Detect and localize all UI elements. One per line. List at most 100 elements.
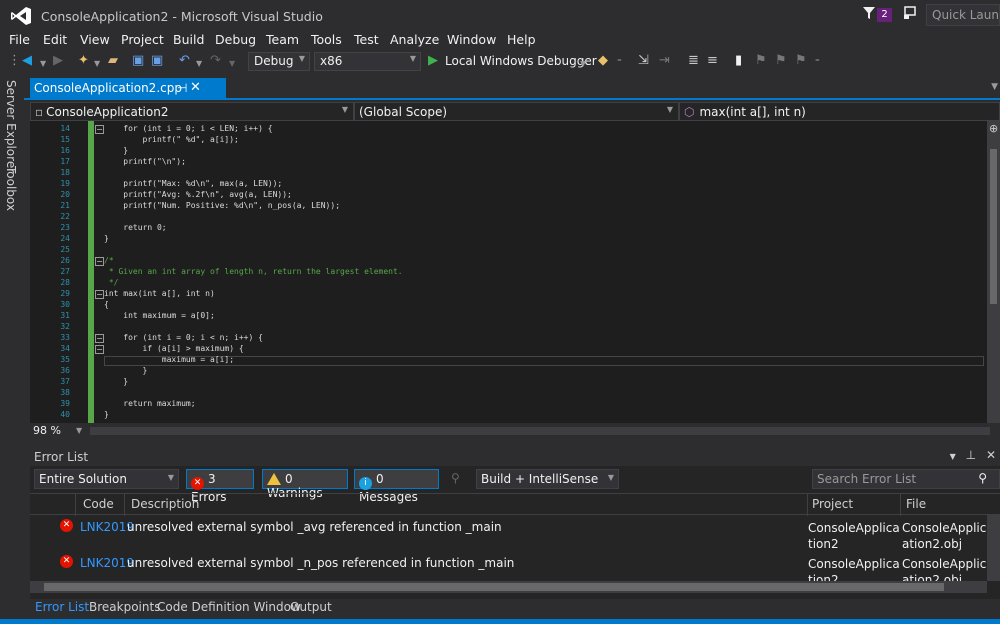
- menu-help[interactable]: Help: [507, 32, 536, 47]
- save-icon[interactable]: ▣: [132, 53, 144, 69]
- menu-file[interactable]: File: [9, 32, 30, 47]
- menu-test[interactable]: Test: [354, 32, 379, 47]
- uncomment-icon[interactable]: ≡: [707, 53, 718, 69]
- error-row[interactable]: ✕ LNK2019 unresolved external symbol _n_…: [30, 554, 1000, 581]
- zoom-level[interactable]: 98 %: [33, 424, 61, 437]
- line-number: 30: [60, 300, 70, 309]
- messages-filter-button[interactable]: i0 Messages: [354, 469, 439, 504]
- search-error-list-input[interactable]: Search Error List ⚲: [812, 469, 1000, 489]
- scrollbar-thumb[interactable]: [44, 583, 944, 591]
- collapse-icon[interactable]: −: [95, 345, 104, 354]
- forward-icon[interactable]: ▶: [53, 53, 63, 69]
- line-number: 26: [60, 256, 70, 265]
- save-all-icon[interactable]: ▣: [151, 53, 163, 69]
- undo-dropdown-icon[interactable]: ▼: [196, 56, 202, 72]
- line-number: 23: [60, 223, 70, 232]
- collapse-icon[interactable]: −: [95, 257, 104, 266]
- error-code-link[interactable]: LNK2019: [80, 556, 134, 570]
- notification-badge[interactable]: 2: [877, 8, 892, 22]
- editor-horizontal-scrollbar[interactable]: [90, 427, 990, 435]
- build-filter-select[interactable]: Build + IntelliSense ▼: [476, 469, 619, 489]
- menu-window[interactable]: Window: [447, 32, 496, 47]
- scrollbar-thumb[interactable]: [990, 149, 997, 304]
- column-code[interactable]: Code: [83, 497, 114, 511]
- column-file[interactable]: File: [906, 497, 926, 511]
- chevron-down-icon[interactable]: ▼: [76, 426, 82, 435]
- menu-build[interactable]: Build: [173, 32, 204, 47]
- open-file-icon[interactable]: ▰: [108, 53, 118, 69]
- start-debugging-icon[interactable]: ▶: [428, 53, 438, 69]
- undo-icon[interactable]: ↶: [179, 53, 190, 69]
- document-tab[interactable]: ConsoleApplication2.cpp ⊣ ✕: [30, 78, 226, 100]
- step-into-icon[interactable]: ⇲: [638, 53, 649, 69]
- code-editor[interactable]: 14 15 16 17 18 19 20 21 22 23 24 25 26 2…: [30, 121, 987, 423]
- split-icon[interactable]: ⊕: [989, 122, 998, 135]
- column-project[interactable]: Project: [812, 497, 853, 511]
- panel-dropdown-icon[interactable]: ▼: [950, 452, 956, 461]
- redo-icon[interactable]: ↷: [210, 53, 221, 69]
- debugger-dropdown-icon[interactable]: ▼: [580, 56, 586, 72]
- scope-filter-select[interactable]: Entire Solution ▼: [34, 469, 179, 489]
- collapse-icon[interactable]: −: [95, 290, 104, 299]
- close-icon[interactable]: ✕: [190, 80, 201, 95]
- member-dropdown[interactable]: ⬡ max(int a[], int n): [679, 102, 1000, 121]
- solution-config-select[interactable]: Debug ▼: [248, 52, 310, 71]
- collapse-icon[interactable]: −: [95, 125, 104, 134]
- tab-output[interactable]: Output: [290, 600, 332, 614]
- toolbar-overflow-icon[interactable]: ⁼: [815, 55, 820, 71]
- quick-launch-input[interactable]: Quick Launch: [926, 4, 1000, 26]
- comment-icon[interactable]: ≣: [688, 53, 699, 69]
- server-explorer-tab[interactable]: Server Explorer: [4, 80, 18, 173]
- tab-dropdown-icon[interactable]: ▼: [991, 82, 998, 92]
- back-icon[interactable]: ◀: [22, 53, 32, 69]
- error-row[interactable]: ✕ LNK2019 unresolved external symbol _av…: [30, 518, 1000, 552]
- error-list-horizontal-scrollbar[interactable]: [30, 581, 987, 593]
- column-divider[interactable]: [75, 494, 76, 516]
- line-number: 20: [60, 190, 70, 199]
- editor-vertical-scrollbar[interactable]: ⊕: [987, 121, 1000, 423]
- errors-filter-button[interactable]: ✕ 3 Errors: [186, 469, 254, 504]
- column-divider[interactable]: [807, 494, 808, 516]
- error-file: ConsoleApplication2.obj: [902, 557, 987, 581]
- new-dropdown-icon[interactable]: ▼: [94, 56, 100, 72]
- error-code-link[interactable]: LNK2019: [80, 520, 134, 534]
- warnings-filter-button[interactable]: 0 Warnings: [262, 469, 348, 500]
- menu-debug[interactable]: Debug: [215, 32, 256, 47]
- close-icon[interactable]: ✕: [986, 448, 996, 462]
- bookmark-icon[interactable]: ▮: [735, 53, 742, 69]
- column-divider[interactable]: [124, 494, 125, 516]
- error-list-vertical-scrollbar[interactable]: [987, 515, 1000, 581]
- tab-code-definition-window[interactable]: Code Definition Window: [157, 600, 301, 614]
- pin-icon[interactable]: ⊥: [966, 448, 976, 462]
- new-project-icon[interactable]: ✦: [78, 53, 89, 69]
- clear-bookmarks-icon[interactable]: ⚑: [795, 53, 807, 69]
- overflow-icon[interactable]: ⁼: [617, 55, 622, 71]
- menu-edit[interactable]: Edit: [43, 32, 67, 47]
- toolbox-tab[interactable]: Toolbox: [4, 166, 18, 211]
- column-divider[interactable]: [900, 494, 901, 516]
- filter-icon[interactable]: ⚲: [451, 471, 460, 485]
- filter-flag-icon[interactable]: [862, 6, 876, 20]
- menu-project[interactable]: Project: [121, 32, 164, 47]
- menu-analyze[interactable]: Analyze: [390, 32, 439, 47]
- feedback-icon[interactable]: [903, 6, 917, 20]
- pin-icon[interactable]: ⊣: [177, 81, 187, 95]
- prev-bookmark-icon[interactable]: ⚑: [755, 53, 767, 69]
- menu-team[interactable]: Team: [266, 32, 299, 47]
- start-debugger-button[interactable]: Local Windows Debugger: [445, 53, 597, 69]
- column-description[interactable]: Description: [131, 497, 199, 511]
- step-over-icon[interactable]: ⇥: [659, 53, 670, 69]
- platform-select[interactable]: x86 ▼: [314, 52, 421, 71]
- scope-dropdown[interactable]: (Global Scope) ▼: [354, 102, 679, 121]
- tab-error-list[interactable]: Error List: [35, 600, 89, 614]
- browse-icon[interactable]: ◆: [598, 53, 608, 69]
- menu-view[interactable]: View: [80, 32, 110, 47]
- menu-tools[interactable]: Tools: [311, 32, 342, 47]
- tab-breakpoints[interactable]: Breakpoints: [89, 600, 160, 614]
- project-dropdown[interactable]: ▫ ConsoleApplication2 ▼: [30, 102, 354, 121]
- collapse-icon[interactable]: −: [95, 334, 104, 343]
- search-icon[interactable]: ⚲: [978, 471, 987, 485]
- next-bookmark-icon[interactable]: ⚑: [775, 53, 787, 69]
- back-dropdown-icon[interactable]: ▼: [40, 56, 46, 72]
- redo-dropdown-icon[interactable]: ▼: [229, 56, 235, 72]
